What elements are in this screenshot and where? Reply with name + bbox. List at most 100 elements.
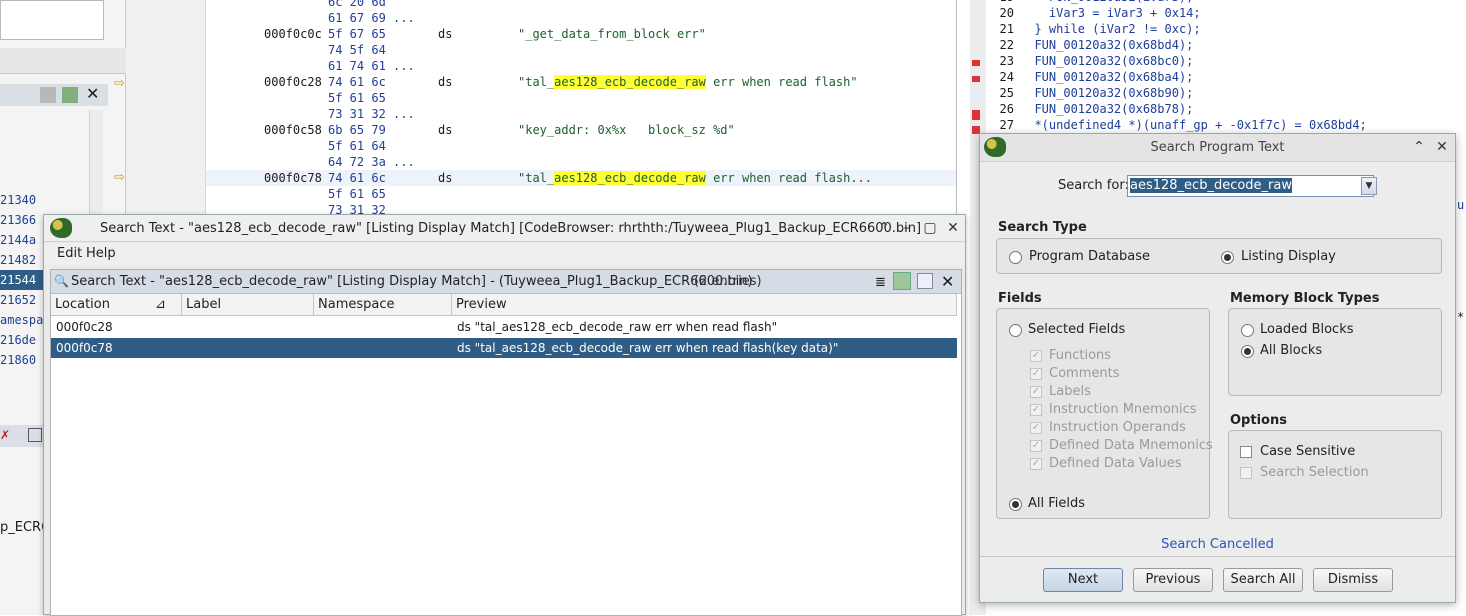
column-label[interactable]: Label <box>182 294 314 316</box>
close-results-icon[interactable]: ✕ <box>941 272 954 291</box>
listing-operand: "tal_aes128_ecb_decode_raw err when read… <box>518 74 858 90</box>
left-box-icon[interactable] <box>28 428 42 442</box>
flow-arrow-icon: ⇨ <box>114 76 125 91</box>
listing-row[interactable]: 000f0c78 74 61 6c ds "tal_aes128_ecb_decode… <box>206 170 956 186</box>
table-row[interactable]: 000f0c28 ds "tal_aes128_ecb_decode_raw er… <box>51 317 957 337</box>
dismiss-button[interactable]: Dismiss <box>1313 568 1393 592</box>
memory-block-types-label: Memory Block Types <box>1230 291 1380 306</box>
listing-row[interactable]: 61 74 61 ... <box>206 58 956 74</box>
search-highlight: aes128_ecb_decode_raw <box>554 171 706 185</box>
sort-icon[interactable]: ⊿ <box>155 294 166 316</box>
refresh-icon[interactable] <box>893 272 911 290</box>
search-input[interactable]: aes128_ecb_decode_raw <box>1127 175 1374 197</box>
listing-operand: "key_addr: 0x%x block_sz %d" <box>518 123 735 137</box>
line-code: *(undefined4 *)(unaff_gp + -0x1f7c) = 0x… <box>1020 118 1367 132</box>
maximize-icon[interactable]: ▢ <box>921 219 939 237</box>
left-top-box <box>0 0 104 40</box>
listing-mnemonic: ds <box>438 171 453 185</box>
search-text-title: Search Text - "aes128_ecb_decode_raw" [L… <box>100 221 922 236</box>
listing-row[interactable]: 61 67 69 ... <box>206 10 956 26</box>
column-label-label: Label <box>186 297 222 312</box>
radio-selected-fields[interactable] <box>1009 324 1022 337</box>
left-toolbar-icon-1[interactable] <box>40 87 56 103</box>
listing-row[interactable]: 73 31 32 ... <box>206 106 956 122</box>
radio-program-database[interactable] <box>1009 251 1022 264</box>
search-history-dropdown-icon[interactable]: ▼ <box>1361 177 1377 195</box>
search-all-button[interactable]: Search All <box>1223 568 1303 592</box>
search-type-label: Search Type <box>998 220 1087 235</box>
listing-bytes: 73 31 32 ... <box>328 107 415 121</box>
column-preview[interactable]: Preview <box>452 294 957 316</box>
search-results-header: 🔍 Search Text - "aes128_ecb_decode_raw" … <box>51 270 961 294</box>
listing-row[interactable]: 5f 61 64 <box>206 138 956 154</box>
field-checkbox-label: Functions <box>1049 348 1112 363</box>
search-text-menubar: Edit Help <box>44 243 965 265</box>
listing-row[interactable]: 5f 61 65 <box>206 186 956 202</box>
case-sensitive-label: Case Sensitive <box>1260 444 1356 459</box>
case-sensitive-checkbox[interactable] <box>1240 446 1252 458</box>
field-checkbox: ✓ <box>1030 350 1042 362</box>
cell-preview: ds "tal_aes128_ecb_decode_raw err when r… <box>457 341 839 355</box>
collapse-icon[interactable]: ⌃ <box>875 219 893 237</box>
listing-bytes: 61 74 61 ... <box>328 59 415 73</box>
listing-row[interactable]: 74 5f 64 <box>206 42 956 58</box>
listing-operand: "tal_aes128_ecb_decode_raw err when read… <box>518 170 872 186</box>
next-button[interactable]: Next <box>1043 568 1123 592</box>
line-number: 26 <box>999 102 1014 116</box>
memory-block-group: Loaded Blocks All Blocks <box>1228 308 1442 396</box>
menu-edit[interactable]: Edit <box>57 246 82 261</box>
line-code: FUN_00120a32(0x68b78); <box>1020 102 1194 116</box>
column-namespace[interactable]: Namespace <box>314 294 452 316</box>
dialog-title: Search Program Text <box>1150 140 1285 155</box>
listing-row[interactable]: 000f0c0c 5f 67 65 ds "_get_data_from_block … <box>206 26 956 42</box>
left-address-item[interactable]: 21340 <box>0 190 92 210</box>
left-bottom-label: p_ECR6 <box>0 520 50 535</box>
search-text-titlebar[interactable]: Search Text - "aes128_ecb_decode_raw" [L… <box>44 215 965 242</box>
minimize-icon[interactable]: – <box>898 219 916 237</box>
table-row[interactable]: 000f0c78 ds "tal_aes128_ecb_decode_raw er… <box>51 338 957 358</box>
listing-bytes: 64 72 3a ... <box>328 155 415 169</box>
listing-row[interactable]: 000f0c58 6b 65 79 ds "key_addr: 0x%x block_… <box>206 122 956 138</box>
search-results-title: Search Text - "aes128_ecb_decode_raw" [L… <box>71 274 753 289</box>
left-x-icon[interactable]: ✗ <box>0 428 10 442</box>
column-location[interactable]: Location ⊿ <box>51 294 182 316</box>
line-code: } while (iVar2 != 0xc); <box>1020 22 1201 36</box>
gutter-marker[interactable] <box>972 110 980 120</box>
search-selection-checkbox <box>1240 467 1252 479</box>
listing-row[interactable]: 5f 61 65 <box>206 90 956 106</box>
decompiler-fragment: u <box>1457 198 1465 212</box>
radio-all-blocks[interactable] <box>1241 345 1254 358</box>
listing-bytes: 74 61 6c <box>328 75 386 89</box>
radio-all-fields[interactable] <box>1009 498 1022 511</box>
listing-row[interactable]: 000f0c28 74 61 6c ds "tal_aes128_ecb_decode… <box>206 74 956 90</box>
radio-loaded-blocks[interactable] <box>1241 324 1254 337</box>
listing-bytes: 5f 67 65 <box>328 27 386 41</box>
dialog-titlebar[interactable]: Search Program Text ⌃ ✕ <box>980 134 1455 162</box>
previous-button[interactable]: Previous <box>1133 568 1213 592</box>
listing-row[interactable]: 6c 20 6d <box>206 0 956 10</box>
left-close-icon[interactable]: ✕ <box>86 84 99 103</box>
line-code: iVar3 = iVar3 + 0x14; <box>1020 6 1201 20</box>
radio-all-fields-label: All Fields <box>1028 496 1086 511</box>
gutter-marker[interactable] <box>972 76 980 82</box>
operand-prefix: "tal_ <box>518 171 555 185</box>
close-icon[interactable]: ✕ <box>1433 138 1451 156</box>
flow-arrow-icon: ⇨ <box>114 170 125 185</box>
collapse-icon[interactable]: ⌃ <box>1410 138 1428 156</box>
listing-bytes: 5f 61 65 <box>328 91 386 105</box>
listing-bytes: 74 5f 64 <box>328 43 386 57</box>
search-input-value: aes128_ecb_decode_raw <box>1130 178 1292 193</box>
listing-bytes: 5f 61 65 <box>328 187 386 201</box>
left-toolbar-icon-2[interactable] <box>62 87 78 103</box>
menu-help[interactable]: Help <box>86 246 116 261</box>
listing-operand: "_get_data_from_block err" <box>518 27 706 41</box>
close-icon[interactable]: ✕ <box>944 219 962 237</box>
gutter-marker[interactable] <box>972 60 980 66</box>
ghidra-dragon-icon <box>50 218 72 238</box>
line-number: 25 <box>999 86 1014 100</box>
snapshot-icon[interactable] <box>917 273 933 289</box>
table-view-icon[interactable]: ≣ <box>875 275 886 290</box>
radio-listing-display[interactable] <box>1221 251 1234 264</box>
listing-row[interactable]: 64 72 3a ... <box>206 154 956 170</box>
radio-listing-display-label: Listing Display <box>1241 249 1336 264</box>
